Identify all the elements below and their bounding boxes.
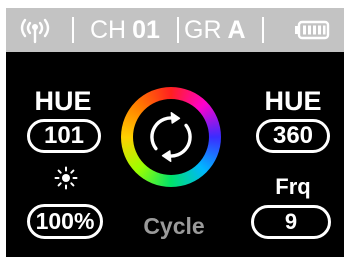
right-hue-label: HUE [264, 86, 322, 116]
hue-start-value[interactable]: 101 [27, 119, 101, 153]
group-value: A [227, 15, 246, 44]
frequency-value[interactable]: 9 [251, 205, 331, 239]
brightness-value[interactable]: 100% [27, 204, 103, 239]
cycle-arrows-icon [150, 112, 192, 162]
ring-center [133, 99, 209, 175]
device-screen: CH 01 GR A HUE 101 100% Cycle HUE 360 Fr… [6, 8, 344, 257]
color-cycle-ring[interactable] [121, 87, 221, 187]
group-label: GR [184, 15, 222, 44]
group-indicator[interactable]: GR A [184, 8, 246, 52]
status-divider [72, 17, 74, 43]
status-divider [177, 17, 179, 43]
left-hue-label: HUE [34, 86, 92, 116]
channel-label: CH [90, 15, 127, 44]
channel-value: 01 [132, 15, 160, 44]
cycle-label: Cycle [143, 213, 205, 239]
battery-full-icon [294, 8, 330, 52]
status-divider [262, 17, 264, 43]
frequency-label: Frq [275, 174, 311, 199]
antenna-signal-icon [16, 8, 54, 52]
hue-end-value[interactable]: 360 [256, 119, 330, 153]
status-bar: CH 01 GR A [6, 8, 344, 52]
sun-brightness-icon [54, 166, 78, 190]
channel-indicator[interactable]: CH 01 [90, 8, 160, 52]
